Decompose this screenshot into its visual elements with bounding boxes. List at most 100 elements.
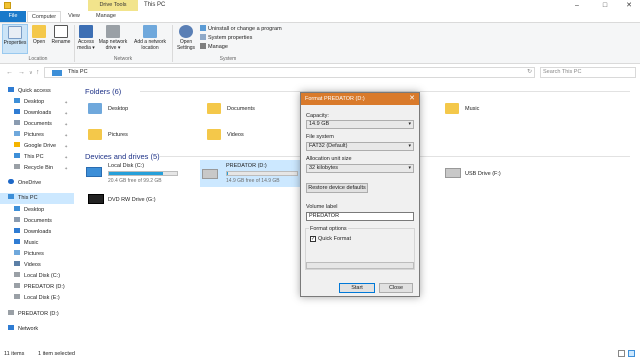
folder-desktop[interactable]: Desktop xyxy=(88,101,198,121)
folders-section-header[interactable]: Folders (6) xyxy=(85,87,121,96)
drive-icon xyxy=(14,294,20,299)
maximize-button[interactable]: □ xyxy=(596,0,614,11)
allocation-unit-select[interactable]: 32 kilobytes ▾ xyxy=(306,164,414,173)
drive-name: USB Drive (F:) xyxy=(465,171,501,177)
nav-this-pc[interactable]: This PC xyxy=(0,193,74,204)
tab-file[interactable]: File xyxy=(0,11,26,22)
uninstall-program-button[interactable]: Uninstall or change a program xyxy=(200,25,282,33)
drive-predator-d[interactable]: PREDATOR (D:) 14.9 GB free of 14.9 GB xyxy=(202,163,302,187)
cloud-icon xyxy=(8,179,14,184)
nav-downloads[interactable]: Downloads ✦ xyxy=(0,108,72,119)
drive-free-space: 14.9 GB free of 14.9 GB xyxy=(226,178,280,184)
group-system-label: System xyxy=(219,56,237,62)
pin-icon: ✦ xyxy=(64,166,68,171)
drive-name: DVD RW Drive (G:) xyxy=(108,197,156,203)
tab-view[interactable]: View xyxy=(63,11,85,22)
back-button[interactable]: ← xyxy=(6,69,13,76)
folder-documents[interactable]: Documents xyxy=(207,101,297,121)
manage-button[interactable]: Manage xyxy=(200,43,228,51)
drive-dvd-g[interactable]: DVD RW Drive (G:) xyxy=(88,194,188,208)
nav-videos[interactable]: Videos xyxy=(0,260,41,271)
nav-google-drive[interactable]: Google Drive ✦ xyxy=(0,141,72,152)
pictures-folder-icon xyxy=(88,129,102,140)
drive-local-c[interactable]: Local Disk (C:) 20.4 GB free of 99.2 GB xyxy=(86,163,186,187)
close-window-button[interactable]: ✕ xyxy=(620,0,638,11)
dialog-close-icon[interactable]: ✕ xyxy=(406,93,418,105)
access-media-button[interactable]: Access media ▾ xyxy=(76,24,96,54)
nav-label: OneDrive xyxy=(18,180,42,186)
nav-pictures-pc[interactable]: Pictures xyxy=(0,249,44,260)
tab-computer[interactable]: Computer xyxy=(27,11,61,22)
close-button[interactable]: Close xyxy=(379,283,413,293)
google-drive-icon xyxy=(14,142,20,147)
chevron-down-icon: ▾ xyxy=(408,165,411,171)
pictures-icon xyxy=(14,131,20,136)
quick-format-checkbox[interactable]: ✓ xyxy=(310,236,316,242)
manage-icon xyxy=(200,43,206,49)
ribbon-divider xyxy=(74,25,75,62)
open-button[interactable]: Open xyxy=(30,24,48,54)
nav-this-pc-quick[interactable]: This PC ✦ xyxy=(0,152,72,163)
nav-local-disk-c[interactable]: Local Disk (C:) xyxy=(0,271,60,282)
start-button[interactable]: Start xyxy=(339,283,375,293)
network-icon xyxy=(8,325,14,330)
map-network-drive-button[interactable]: Map network drive ▾ xyxy=(98,24,128,54)
folder-pictures[interactable]: Pictures xyxy=(88,127,198,147)
nav-documents-pc[interactable]: Documents xyxy=(0,216,52,227)
nav-desktop[interactable]: Desktop ✦ xyxy=(0,97,72,108)
pin-icon: ✦ xyxy=(64,122,68,127)
nav-desktop-pc[interactable]: Desktop xyxy=(0,205,44,216)
download-icon xyxy=(14,228,20,233)
open-settings-button[interactable]: Open Settings xyxy=(174,24,198,54)
system-properties-button[interactable]: System properties xyxy=(200,34,252,42)
properties-button[interactable]: Properties xyxy=(2,24,28,54)
restore-defaults-button[interactable]: Restore device defaults xyxy=(306,183,368,193)
nav-label: PREDATOR (D:) xyxy=(18,311,59,317)
chevron-down-icon: ▾ xyxy=(408,143,411,149)
music-folder-icon xyxy=(445,103,459,114)
drives-section-header[interactable]: Devices and drives (5) xyxy=(85,152,160,161)
capacity-value: 14.9 GB xyxy=(309,121,330,127)
folder-label: Pictures xyxy=(108,132,128,138)
address-path[interactable]: This PC xyxy=(68,68,88,77)
nav-onedrive[interactable]: OneDrive xyxy=(0,178,41,189)
open-label: Open xyxy=(32,39,46,45)
rename-button[interactable]: Rename xyxy=(50,24,72,54)
details-view-icon[interactable] xyxy=(618,350,625,357)
drive-usb-f[interactable]: USB Drive (F:) xyxy=(445,168,535,182)
rename-icon xyxy=(54,25,68,38)
forward-button[interactable]: → xyxy=(18,69,25,76)
pin-icon: ✦ xyxy=(64,144,68,149)
uninstall-label: Uninstall or change a program xyxy=(208,26,282,32)
minimize-button[interactable]: – xyxy=(568,0,586,11)
volume-label-input[interactable]: PREDATOR xyxy=(306,212,414,221)
nav-documents[interactable]: Documents ✦ xyxy=(0,119,72,130)
refresh-button[interactable]: ↻ xyxy=(527,68,532,75)
nav-label: Network xyxy=(18,326,39,332)
nav-pictures[interactable]: Pictures ✦ xyxy=(0,130,72,141)
nav-local-disk-e[interactable]: Local Disk (E:) xyxy=(0,293,60,304)
add-network-location-button[interactable]: Add a network location xyxy=(130,24,170,54)
nav-recycle-bin[interactable]: Recycle Bin ✦ xyxy=(0,163,72,174)
manage-label: Manage xyxy=(208,44,228,50)
nav-label: Documents xyxy=(24,121,52,127)
nav-predator-d[interactable]: PREDATOR (D:) xyxy=(0,282,65,293)
drive-usage-fill xyxy=(227,172,229,175)
recent-locations-button[interactable]: ∨ xyxy=(29,70,33,76)
large-icons-view-icon[interactable] xyxy=(628,350,635,357)
folder-icon[interactable] xyxy=(4,2,11,9)
tab-manage[interactable]: Manage xyxy=(89,11,123,22)
nav-label: Downloads xyxy=(24,229,52,235)
nav-network[interactable]: Network xyxy=(0,324,38,335)
folder-videos[interactable]: Videos xyxy=(207,127,297,147)
nav-predator-root[interactable]: PREDATOR (D:) xyxy=(0,309,59,320)
file-system-select[interactable]: FAT32 (Default) ▾ xyxy=(306,142,414,151)
nav-music[interactable]: Music xyxy=(0,238,38,249)
nav-downloads-pc[interactable]: Downloads xyxy=(0,227,51,238)
nav-quick-access[interactable]: Quick access xyxy=(0,86,51,97)
folder-music[interactable]: Music xyxy=(445,101,535,121)
address-bar[interactable] xyxy=(44,67,535,78)
item-count: 11 items xyxy=(4,351,25,357)
up-button[interactable]: ↑ xyxy=(36,69,40,76)
capacity-select[interactable]: 14.9 GB ▾ xyxy=(306,120,414,129)
